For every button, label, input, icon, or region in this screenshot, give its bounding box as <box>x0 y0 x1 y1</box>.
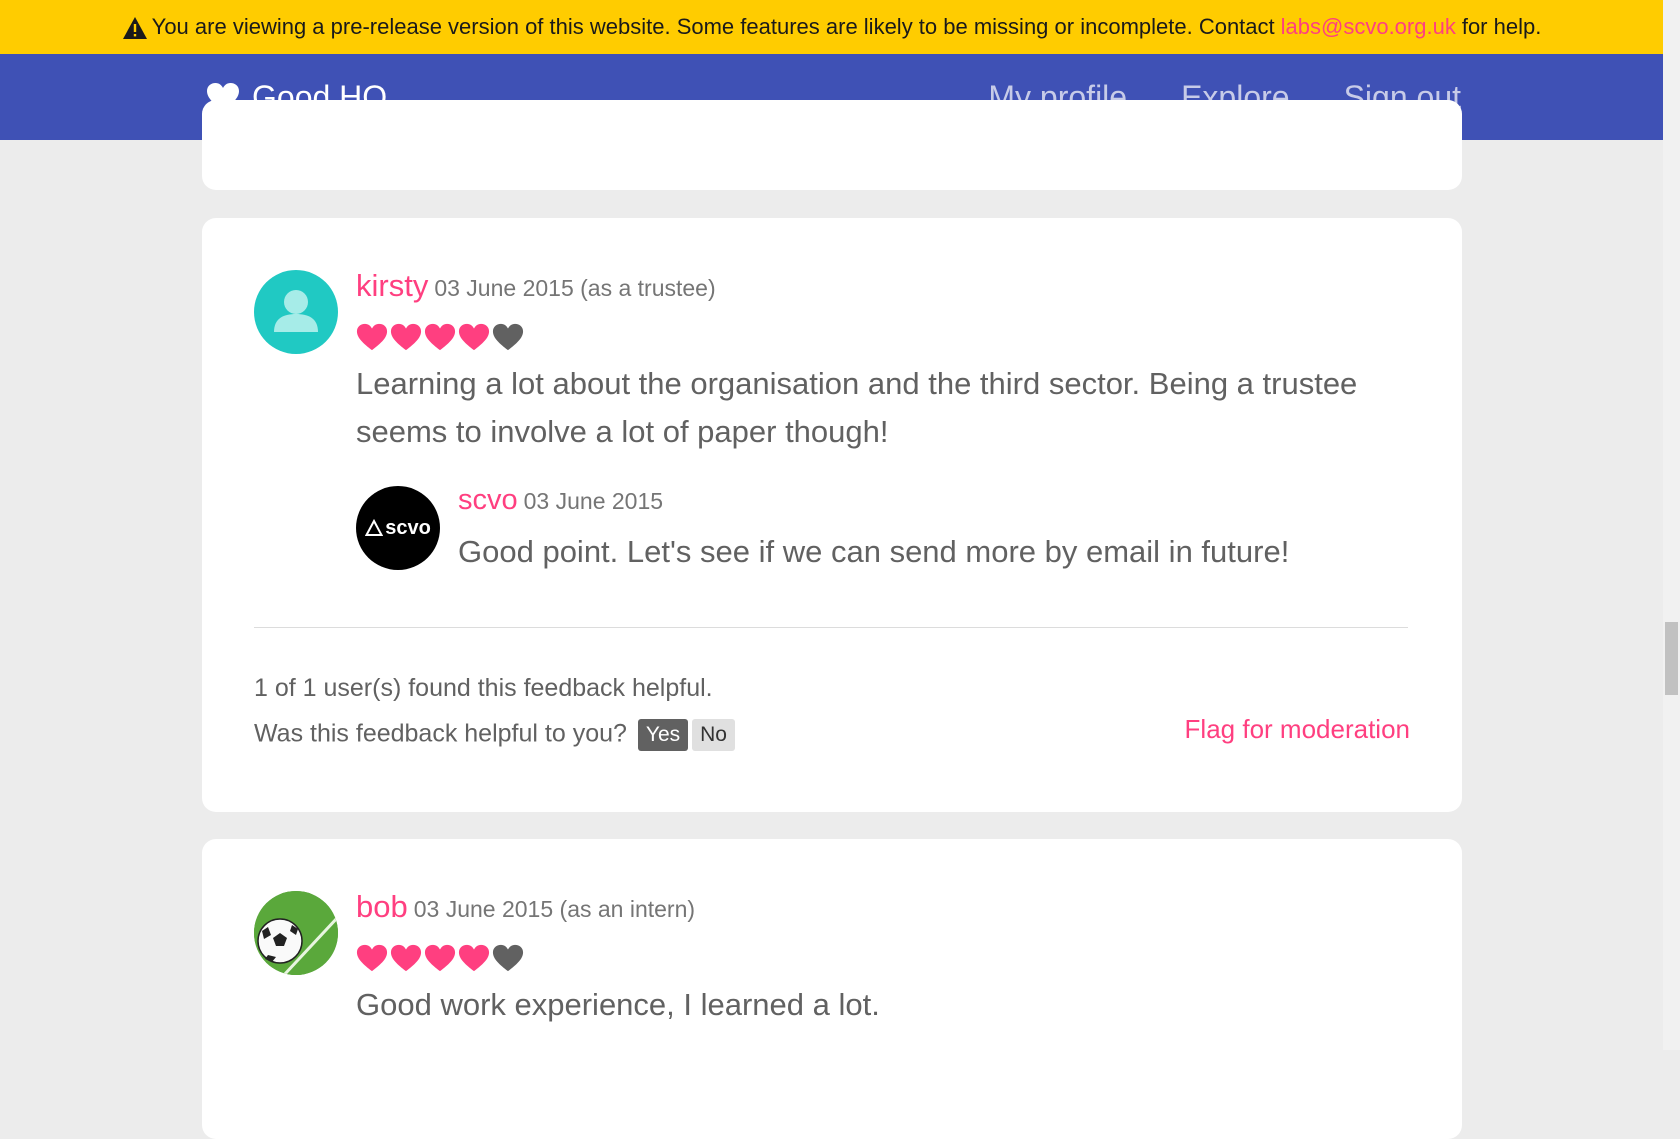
review-text: Learning a lot about the organisation an… <box>356 366 1358 449</box>
warning-icon <box>122 17 147 39</box>
banner-text: You are viewing a pre-release version of… <box>151 14 1275 39</box>
heart-filled-icon <box>458 944 490 972</box>
review-header: kirsty 03 June 2015 (as a trustee) <box>356 268 716 304</box>
review-author[interactable]: kirsty <box>356 268 428 304</box>
scrollbar-track[interactable] <box>1663 0 1680 1050</box>
helpful-yes-button[interactable]: Yes <box>637 719 689 751</box>
heart-filled-icon <box>424 323 456 351</box>
heart-filled-icon <box>356 944 388 972</box>
review-meta: 03 June 2015 (as a trustee) <box>434 275 716 301</box>
review-author[interactable]: bob <box>356 889 408 925</box>
user-icon <box>274 290 318 332</box>
reply-header: scvo 03 June 2015 <box>458 484 663 517</box>
review-card: bob 03 June 2015 (as an intern) Good wor… <box>202 839 1462 1139</box>
triangle-logo-icon <box>365 519 384 536</box>
heart-empty-icon <box>492 323 524 351</box>
heart-filled-icon <box>424 944 456 972</box>
prerelease-banner: You are viewing a pre-release version of… <box>0 0 1663 54</box>
avatar[interactable] <box>254 891 338 975</box>
helpful-question-row: Was this feedback helpful to you? Yes No <box>254 719 735 751</box>
divider <box>254 627 1408 628</box>
review-meta: 03 June 2015 (as an intern) <box>413 896 696 922</box>
review-card: kirsty 03 June 2015 (as a trustee) Learn… <box>202 218 1462 812</box>
flag-for-moderation-link[interactable]: Flag for moderation <box>1185 714 1410 745</box>
heart-filled-icon <box>390 944 422 972</box>
reply-date: 03 June 2015 <box>523 488 664 514</box>
scrollbar-thumb[interactable] <box>1665 622 1678 695</box>
avatar[interactable] <box>254 270 338 354</box>
helpful-no-button[interactable]: No <box>692 719 735 751</box>
heart-filled-icon <box>390 323 422 351</box>
reply-text: Good point. Let's see if we can send mor… <box>458 534 1290 569</box>
previous-review-card <box>202 100 1462 190</box>
helpful-question: Was this feedback helpful to you? <box>254 719 627 748</box>
review-text: Good work experience, I learned a lot. <box>356 987 880 1022</box>
rating-hearts <box>356 943 524 973</box>
banner-email-link[interactable]: labs@scvo.org.uk <box>1281 14 1456 40</box>
heart-filled-icon <box>356 323 388 351</box>
scvo-logo-text: scvo <box>385 516 431 539</box>
heart-filled-icon <box>458 323 490 351</box>
rating-hearts <box>356 322 524 352</box>
helpful-count: 1 of 1 user(s) found this feedback helpf… <box>254 674 713 702</box>
heart-empty-icon <box>492 944 524 972</box>
reply-author[interactable]: scvo <box>458 484 518 517</box>
scvo-logo[interactable]: scvo <box>356 486 440 570</box>
review-header: bob 03 June 2015 (as an intern) <box>356 889 695 925</box>
soccer-ball-icon <box>254 891 338 975</box>
banner-text-after: for help. <box>1461 14 1542 39</box>
